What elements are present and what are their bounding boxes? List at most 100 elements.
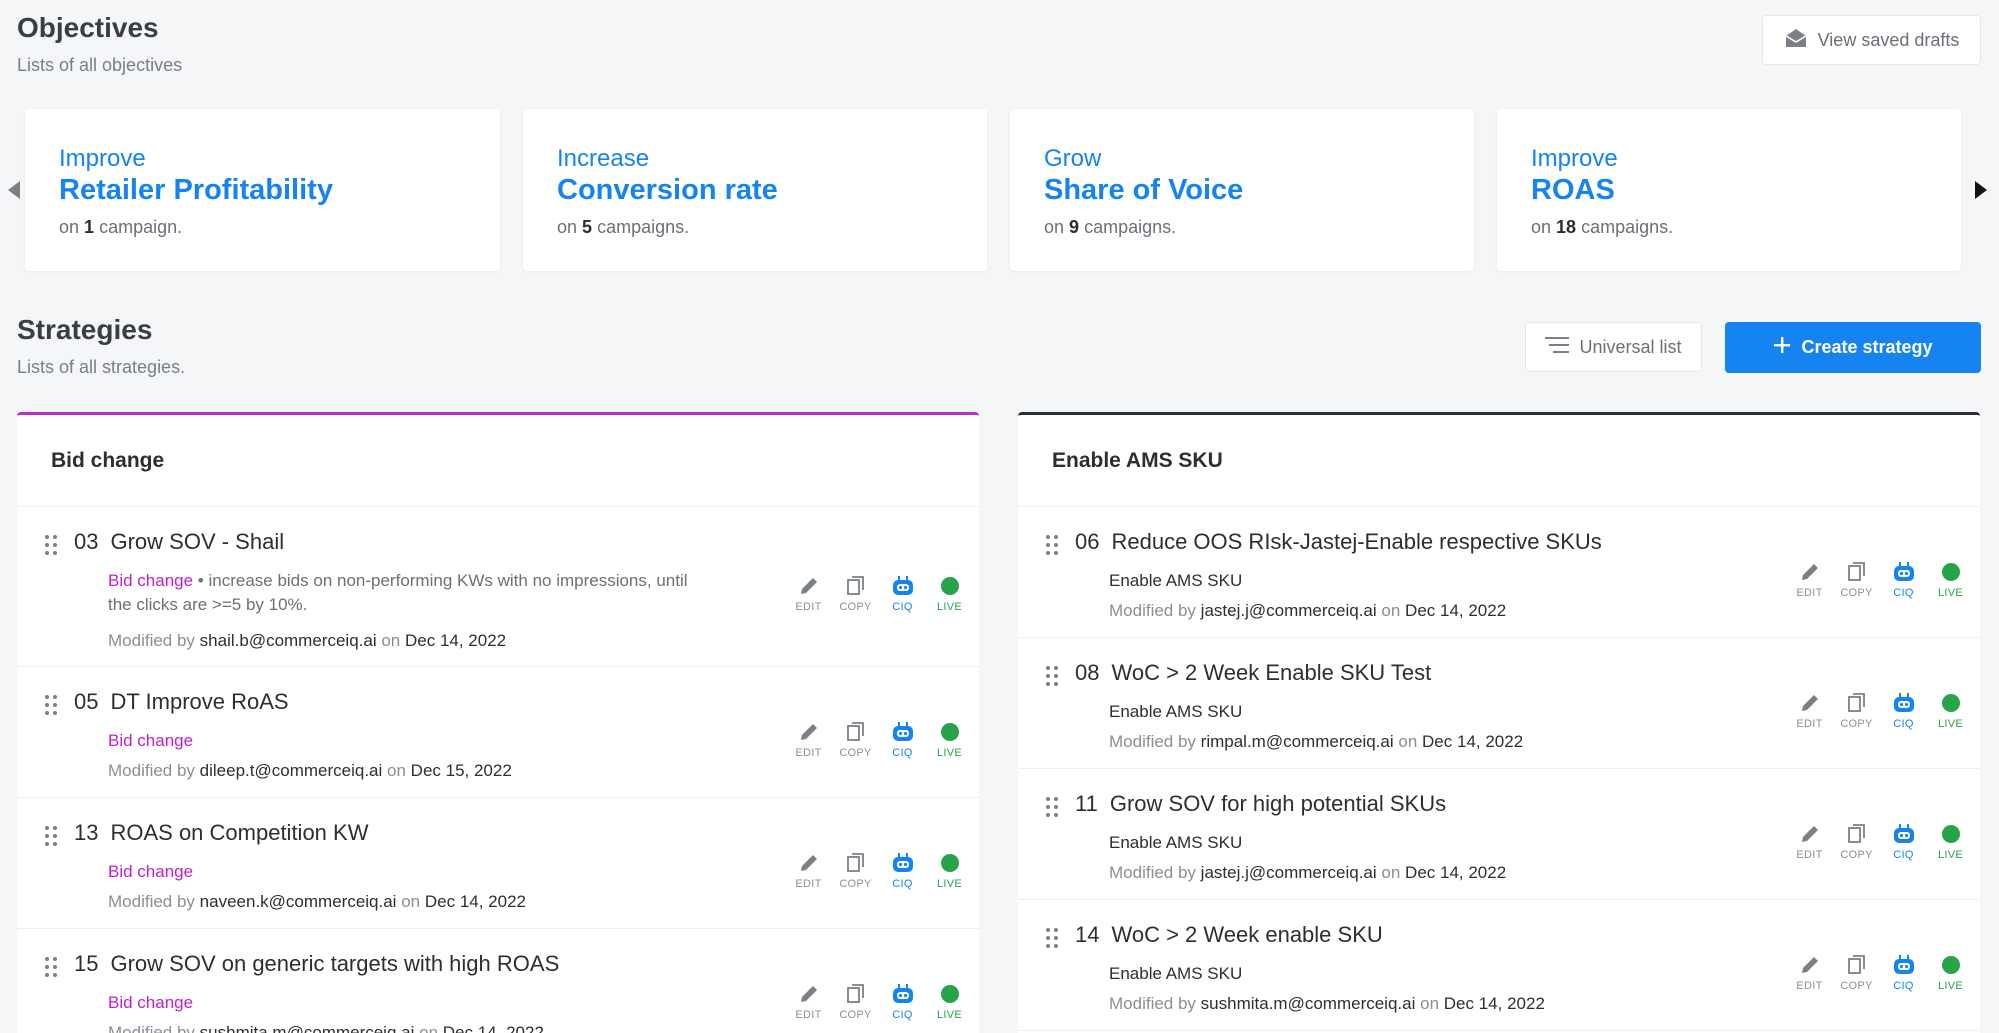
strategy-actions: EDIT COPY CIQ LIVE [1786, 952, 1974, 992]
pencil-icon [1801, 564, 1818, 580]
strategy-name[interactable]: 03 Grow SOV - Shail [74, 529, 284, 555]
ciq-button[interactable]: CIQ [879, 573, 926, 613]
drag-handle-icon[interactable] [1046, 797, 1060, 817]
strategy-modified: Modified by jastej.j@commerceiq.ai on De… [1109, 863, 1507, 882]
strategy-type-tag: Enable AMS SKU [1109, 571, 1243, 590]
live-status[interactable]: LIVE [926, 850, 973, 890]
drag-handle-icon[interactable] [45, 535, 59, 555]
edit-button[interactable]: EDIT [785, 719, 832, 759]
live-status[interactable]: LIVE [926, 719, 973, 759]
strategy-modified: Modified by dileep.t@commerceiq.ai on De… [108, 761, 512, 780]
create-strategy-button[interactable]: Create strategy [1725, 322, 1981, 373]
live-status[interactable]: LIVE [1927, 559, 1974, 599]
objectives-subtitle: Lists of all objectives [17, 55, 183, 75]
objective-campaign-count: on 1 campaign. [59, 217, 183, 237]
live-status[interactable]: LIVE [1927, 821, 1974, 861]
edit-button[interactable]: EDIT [785, 981, 832, 1021]
pencil-icon [800, 986, 817, 1002]
universal-list-label: Universal list [1579, 336, 1682, 357]
drag-handle-icon[interactable] [1046, 535, 1060, 555]
edit-button[interactable]: EDIT [1786, 559, 1833, 599]
carousel-next-icon[interactable] [1975, 181, 1987, 199]
strategy-name[interactable]: 15 Grow SOV on generic targets with high … [74, 951, 559, 977]
pencil-icon [1801, 957, 1818, 973]
objective-card-retailer-profitability[interactable]: Improve Retailer Profitability on 1 camp… [25, 109, 500, 271]
copy-button[interactable]: COPY [832, 573, 879, 613]
strategy-actions: EDIT COPY CIQ LIVE [1786, 821, 1974, 861]
robot-icon [892, 853, 913, 872]
ciq-button[interactable]: CIQ [1880, 559, 1927, 599]
strategy-row[interactable]: 03 Grow SOV - Shail Bid change • increase… [17, 507, 979, 667]
strategy-row[interactable]: 08 WoC > 2 Week Enable SKU Test Enable AM… [1018, 638, 1980, 769]
strategy-name[interactable]: 05 DT Improve RoAS [74, 689, 289, 715]
strategy-group-title: Bid change [17, 415, 979, 507]
copy-button[interactable]: COPY [832, 719, 879, 759]
drag-handle-icon[interactable] [1046, 666, 1060, 686]
copy-button[interactable]: COPY [832, 850, 879, 890]
strategy-name[interactable]: 08 WoC > 2 Week Enable SKU Test [1075, 660, 1431, 686]
live-status[interactable]: LIVE [1927, 952, 1974, 992]
strategy-modified: Modified by rimpal.m@commerceiq.ai on De… [1109, 732, 1524, 751]
drag-handle-icon[interactable] [45, 826, 59, 846]
strategy-description: Enable AMS SKU [1109, 831, 1242, 855]
strategy-name[interactable]: 13 ROAS on Competition KW [74, 820, 368, 846]
ciq-button[interactable]: CIQ [879, 981, 926, 1021]
live-status[interactable]: LIVE [926, 573, 973, 613]
strategy-type-tag: Enable AMS SKU [1109, 964, 1243, 983]
ciq-button[interactable]: CIQ [879, 850, 926, 890]
strategy-actions: EDIT COPY CIQ LIVE [785, 850, 973, 890]
edit-button[interactable]: EDIT [1786, 952, 1833, 992]
strategy-actions: EDIT COPY CIQ LIVE [785, 573, 973, 613]
strategy-name[interactable]: 06 Reduce OOS RIsk-Jastej-Enable respecti… [1075, 529, 1602, 555]
edit-button[interactable]: EDIT [785, 573, 832, 613]
live-status[interactable]: LIVE [1927, 690, 1974, 730]
copy-icon [846, 984, 864, 1003]
universal-list-button[interactable]: Universal list [1525, 322, 1702, 372]
edit-button[interactable]: EDIT [1786, 690, 1833, 730]
view-saved-drafts-button[interactable]: View saved drafts [1762, 15, 1981, 65]
strategy-group-enable-ams-sku: Enable AMS SKU 06 Reduce OOS RIsk-Jastej-… [1018, 412, 1980, 1033]
edit-button[interactable]: EDIT [785, 850, 832, 890]
objective-name: Retailer Profitability [59, 174, 333, 206]
strategy-row[interactable]: 05 DT Improve RoAS Bid change Modified by… [17, 667, 979, 798]
strategy-type-tag: Bid change [108, 571, 194, 590]
strategy-group-bid-change: Bid change 03 Grow SOV - Shail Bid change… [17, 412, 979, 1033]
strategy-row[interactable]: 15 Grow SOV on generic targets with high … [17, 929, 979, 1033]
drag-handle-icon[interactable] [45, 695, 59, 715]
strategy-description: Bid change • increase bids on non-perfor… [108, 571, 688, 614]
copy-button[interactable]: COPY [1833, 952, 1880, 992]
strategy-type-tag: Bid change [108, 731, 194, 750]
strategy-row[interactable]: 14 WoC > 2 Week enable SKU Enable AMS SKU… [1018, 900, 1980, 1031]
strategy-row[interactable]: 06 Reduce OOS RIsk-Jastej-Enable respecti… [1018, 507, 1980, 638]
pencil-icon [800, 578, 817, 594]
strategy-row[interactable]: 11 Grow SOV for high potential SKUs Enabl… [1018, 769, 1980, 900]
objective-verb: Increase [557, 145, 650, 172]
carousel-prev-icon[interactable] [8, 181, 20, 199]
live-status[interactable]: LIVE [926, 981, 973, 1021]
edit-button[interactable]: EDIT [1786, 821, 1833, 861]
copy-button[interactable]: COPY [1833, 559, 1880, 599]
copy-icon [846, 576, 864, 595]
drag-handle-icon[interactable] [1046, 928, 1060, 948]
drag-handle-icon[interactable] [45, 957, 59, 977]
ciq-button[interactable]: CIQ [879, 719, 926, 759]
strategy-row[interactable]: 13 ROAS on Competition KW Bid change Modi… [17, 798, 979, 929]
strategy-actions: EDIT COPY CIQ LIVE [1786, 559, 1974, 599]
objective-card-share-of-voice[interactable]: Grow Share of Voice on 9 campaigns. [1010, 109, 1474, 271]
robot-icon [892, 984, 913, 1003]
strategy-actions: EDIT COPY CIQ LIVE [1786, 690, 1974, 730]
objective-card-roas[interactable]: Improve ROAS on 18 campaigns. [1497, 109, 1961, 271]
copy-icon [846, 853, 864, 872]
copy-button[interactable]: COPY [832, 981, 879, 1021]
copy-button[interactable]: COPY [1833, 690, 1880, 730]
ciq-button[interactable]: CIQ [1880, 690, 1927, 730]
ciq-button[interactable]: CIQ [1880, 952, 1927, 992]
strategy-description: Enable AMS SKU [1109, 569, 1242, 593]
copy-icon [1847, 562, 1865, 581]
view-saved-drafts-label: View saved drafts [1817, 29, 1960, 50]
objective-card-conversion-rate[interactable]: Increase Conversion rate on 5 campaigns. [523, 109, 987, 271]
strategy-name[interactable]: 11 Grow SOV for high potential SKUs [1075, 791, 1446, 817]
strategy-name[interactable]: 14 WoC > 2 Week enable SKU [1075, 922, 1383, 948]
ciq-button[interactable]: CIQ [1880, 821, 1927, 861]
copy-button[interactable]: COPY [1833, 821, 1880, 861]
